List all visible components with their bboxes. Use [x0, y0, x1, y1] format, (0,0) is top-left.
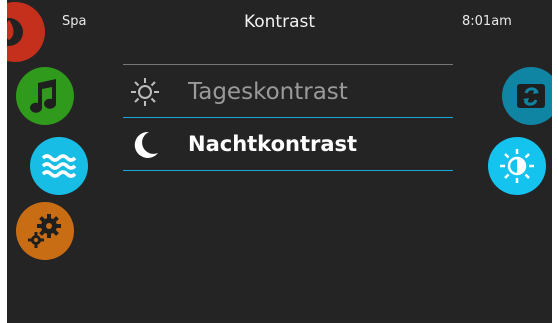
spa-home-button[interactable] [7, 2, 45, 62]
water-button[interactable] [30, 137, 88, 195]
settings-button[interactable] [16, 202, 74, 260]
menu-top-divider [123, 64, 453, 65]
contrast-button[interactable] [488, 137, 546, 195]
menu-item-tageskontrast[interactable]: Tageskontrast [123, 66, 453, 118]
water-icon [41, 154, 77, 178]
music-button[interactable] [16, 67, 74, 125]
menu-item-label: Nachtkontrast [188, 132, 358, 156]
settings-gears-icon [28, 214, 61, 248]
clock: 8:01am [462, 14, 512, 29]
screen: Spa Kontrast 8:01am Tageskontrast Nachtk… [7, 0, 552, 323]
moon-icon [134, 131, 158, 158]
flip-icon [517, 84, 545, 108]
menu-divider [123, 117, 453, 118]
contrast-icon [500, 149, 534, 183]
spa-home-icon [7, 18, 23, 46]
music-icon [30, 79, 57, 113]
sun-icon [131, 78, 159, 106]
menu-item-nachtkontrast[interactable]: Nachtkontrast [123, 119, 453, 171]
menu-bottom-divider [123, 170, 453, 171]
flip-button[interactable] [502, 67, 552, 125]
menu-item-label: Tageskontrast [188, 79, 348, 105]
